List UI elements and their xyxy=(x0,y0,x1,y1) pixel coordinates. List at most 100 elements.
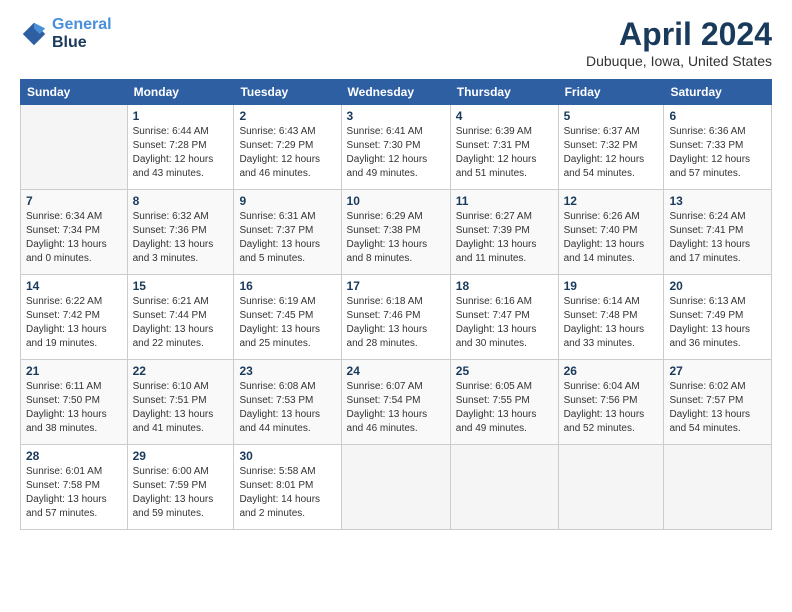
calendar-cell: 15 Sunrise: 6:21 AM Sunset: 7:44 PM Dayli… xyxy=(127,275,234,360)
calendar-cell: 11 Sunrise: 6:27 AM Sunset: 7:39 PM Dayli… xyxy=(450,190,558,275)
calendar-cell: 7 Sunrise: 6:34 AM Sunset: 7:34 PM Daylig… xyxy=(21,190,128,275)
calendar-cell: 16 Sunrise: 6:19 AM Sunset: 7:45 PM Dayli… xyxy=(234,275,341,360)
calendar-cell: 25 Sunrise: 6:05 AM Sunset: 7:55 PM Dayli… xyxy=(450,360,558,445)
day-number: 19 xyxy=(564,279,659,293)
day-info: Sunrise: 6:04 AM Sunset: 7:56 PM Dayligh… xyxy=(564,380,659,436)
calendar-cell: 5Sunrise: 6:37 AM Sunset: 7:32 PM Daylig… xyxy=(558,105,664,190)
day-info: Sunrise: 6:36 AM Sunset: 7:33 PM Dayligh… xyxy=(669,125,766,181)
calendar-week-2: 7 Sunrise: 6:34 AM Sunset: 7:34 PM Daylig… xyxy=(21,190,772,275)
day-number: 3 xyxy=(347,109,445,123)
calendar-cell: 4 Sunrise: 6:39 AM Sunset: 7:31 PM Daylig… xyxy=(450,105,558,190)
day-info: Sunrise: 6:34 AM Sunset: 7:34 PM Dayligh… xyxy=(26,210,122,266)
day-number: 12 xyxy=(564,194,659,208)
day-number: 7 xyxy=(26,194,122,208)
day-number: 30 xyxy=(239,449,335,463)
day-info: Sunrise: 6:16 AM Sunset: 7:47 PM Dayligh… xyxy=(456,295,553,351)
header: General Blue April 2024 Dubuque, Iowa, U… xyxy=(20,16,772,69)
location: Dubuque, Iowa, United States xyxy=(586,53,772,69)
day-info: Sunrise: 6:08 AM Sunset: 7:53 PM Dayligh… xyxy=(239,380,335,436)
day-info: Sunrise: 6:14 AM Sunset: 7:48 PM Dayligh… xyxy=(564,295,659,351)
day-info: Sunrise: 6:32 AM Sunset: 7:36 PM Dayligh… xyxy=(133,210,229,266)
calendar-cell: 2Sunrise: 6:43 AM Sunset: 7:29 PM Daylig… xyxy=(234,105,341,190)
calendar-cell: 23 Sunrise: 6:08 AM Sunset: 7:53 PM Dayli… xyxy=(234,360,341,445)
day-info: Sunrise: 6:41 AM Sunset: 7:30 PM Dayligh… xyxy=(347,125,445,181)
day-info: Sunrise: 6:07 AM Sunset: 7:54 PM Dayligh… xyxy=(347,380,445,436)
day-number: 8 xyxy=(133,194,229,208)
day-number: 28 xyxy=(26,449,122,463)
calendar-week-3: 14 Sunrise: 6:22 AM Sunset: 7:42 PM Dayli… xyxy=(21,275,772,360)
day-number: 15 xyxy=(133,279,229,293)
day-number: 29 xyxy=(133,449,229,463)
day-info: Sunrise: 5:58 AM Sunset: 8:01 PM Dayligh… xyxy=(239,465,335,521)
calendar-cell xyxy=(558,445,664,530)
day-info: Sunrise: 6:27 AM Sunset: 7:39 PM Dayligh… xyxy=(456,210,553,266)
calendar-week-5: 28Sunrise: 6:01 AM Sunset: 7:58 PM Dayli… xyxy=(21,445,772,530)
day-number: 6 xyxy=(669,109,766,123)
day-info: Sunrise: 6:18 AM Sunset: 7:46 PM Dayligh… xyxy=(347,295,445,351)
month-title: April 2024 xyxy=(586,16,772,53)
calendar-header-sunday: Sunday xyxy=(21,80,128,105)
calendar-week-1: 1Sunrise: 6:44 AM Sunset: 7:28 PM Daylig… xyxy=(21,105,772,190)
calendar-cell: 9 Sunrise: 6:31 AM Sunset: 7:37 PM Daylig… xyxy=(234,190,341,275)
calendar-table: SundayMondayTuesdayWednesdayThursdayFrid… xyxy=(20,79,772,530)
day-number: 4 xyxy=(456,109,553,123)
day-info: Sunrise: 6:00 AM Sunset: 7:59 PM Dayligh… xyxy=(133,465,229,521)
calendar-week-4: 21 Sunrise: 6:11 AM Sunset: 7:50 PM Dayli… xyxy=(21,360,772,445)
calendar-header-row: SundayMondayTuesdayWednesdayThursdayFrid… xyxy=(21,80,772,105)
day-info: Sunrise: 6:22 AM Sunset: 7:42 PM Dayligh… xyxy=(26,295,122,351)
calendar-cell: 30 Sunrise: 5:58 AM Sunset: 8:01 PM Dayli… xyxy=(234,445,341,530)
calendar-header-tuesday: Tuesday xyxy=(234,80,341,105)
day-info: Sunrise: 6:10 AM Sunset: 7:51 PM Dayligh… xyxy=(133,380,229,436)
day-info: Sunrise: 6:29 AM Sunset: 7:38 PM Dayligh… xyxy=(347,210,445,266)
day-number: 11 xyxy=(456,194,553,208)
day-number: 14 xyxy=(26,279,122,293)
calendar-cell: 27 Sunrise: 6:02 AM Sunset: 7:57 PM Dayli… xyxy=(664,360,772,445)
day-info: Sunrise: 6:21 AM Sunset: 7:44 PM Dayligh… xyxy=(133,295,229,351)
calendar-cell: 3 Sunrise: 6:41 AM Sunset: 7:30 PM Daylig… xyxy=(341,105,450,190)
calendar-cell xyxy=(664,445,772,530)
calendar-cell: 24 Sunrise: 6:07 AM Sunset: 7:54 PM Dayli… xyxy=(341,360,450,445)
day-number: 25 xyxy=(456,364,553,378)
calendar-header-friday: Friday xyxy=(558,80,664,105)
calendar-cell: 10 Sunrise: 6:29 AM Sunset: 7:38 PM Dayli… xyxy=(341,190,450,275)
day-info: Sunrise: 6:39 AM Sunset: 7:31 PM Dayligh… xyxy=(456,125,553,181)
day-number: 21 xyxy=(26,364,122,378)
day-number: 5 xyxy=(564,109,659,123)
day-info: Sunrise: 6:02 AM Sunset: 7:57 PM Dayligh… xyxy=(669,380,766,436)
day-number: 18 xyxy=(456,279,553,293)
calendar-cell xyxy=(341,445,450,530)
calendar-cell: 26 Sunrise: 6:04 AM Sunset: 7:56 PM Dayli… xyxy=(558,360,664,445)
day-info: Sunrise: 6:24 AM Sunset: 7:41 PM Dayligh… xyxy=(669,210,766,266)
day-info: Sunrise: 6:43 AM Sunset: 7:29 PM Dayligh… xyxy=(239,125,335,181)
day-info: Sunrise: 6:11 AM Sunset: 7:50 PM Dayligh… xyxy=(26,380,122,436)
calendar-cell xyxy=(450,445,558,530)
day-info: Sunrise: 6:19 AM Sunset: 7:45 PM Dayligh… xyxy=(239,295,335,351)
day-info: Sunrise: 6:05 AM Sunset: 7:55 PM Dayligh… xyxy=(456,380,553,436)
day-info: Sunrise: 6:31 AM Sunset: 7:37 PM Dayligh… xyxy=(239,210,335,266)
day-number: 26 xyxy=(564,364,659,378)
day-number: 9 xyxy=(239,194,335,208)
calendar-cell: 1Sunrise: 6:44 AM Sunset: 7:28 PM Daylig… xyxy=(127,105,234,190)
calendar-cell: 20Sunrise: 6:13 AM Sunset: 7:49 PM Dayli… xyxy=(664,275,772,360)
day-number: 10 xyxy=(347,194,445,208)
day-number: 16 xyxy=(239,279,335,293)
calendar-cell: 17Sunrise: 6:18 AM Sunset: 7:46 PM Dayli… xyxy=(341,275,450,360)
day-number: 23 xyxy=(239,364,335,378)
calendar-cell: 18 Sunrise: 6:16 AM Sunset: 7:47 PM Dayli… xyxy=(450,275,558,360)
calendar-header-thursday: Thursday xyxy=(450,80,558,105)
calendar-cell: 6 Sunrise: 6:36 AM Sunset: 7:33 PM Daylig… xyxy=(664,105,772,190)
day-info: Sunrise: 6:44 AM Sunset: 7:28 PM Dayligh… xyxy=(133,125,229,181)
calendar-cell: 21 Sunrise: 6:11 AM Sunset: 7:50 PM Dayli… xyxy=(21,360,128,445)
calendar-header-monday: Monday xyxy=(127,80,234,105)
day-info: Sunrise: 6:26 AM Sunset: 7:40 PM Dayligh… xyxy=(564,210,659,266)
logo: General Blue xyxy=(20,16,112,51)
title-block: April 2024 Dubuque, Iowa, United States xyxy=(586,16,772,69)
day-number: 24 xyxy=(347,364,445,378)
page: General Blue April 2024 Dubuque, Iowa, U… xyxy=(0,0,792,612)
logo-icon xyxy=(20,20,48,48)
calendar-header-saturday: Saturday xyxy=(664,80,772,105)
calendar-cell xyxy=(21,105,128,190)
calendar-cell: 13 Sunrise: 6:24 AM Sunset: 7:41 PM Dayli… xyxy=(664,190,772,275)
day-number: 13 xyxy=(669,194,766,208)
day-number: 27 xyxy=(669,364,766,378)
